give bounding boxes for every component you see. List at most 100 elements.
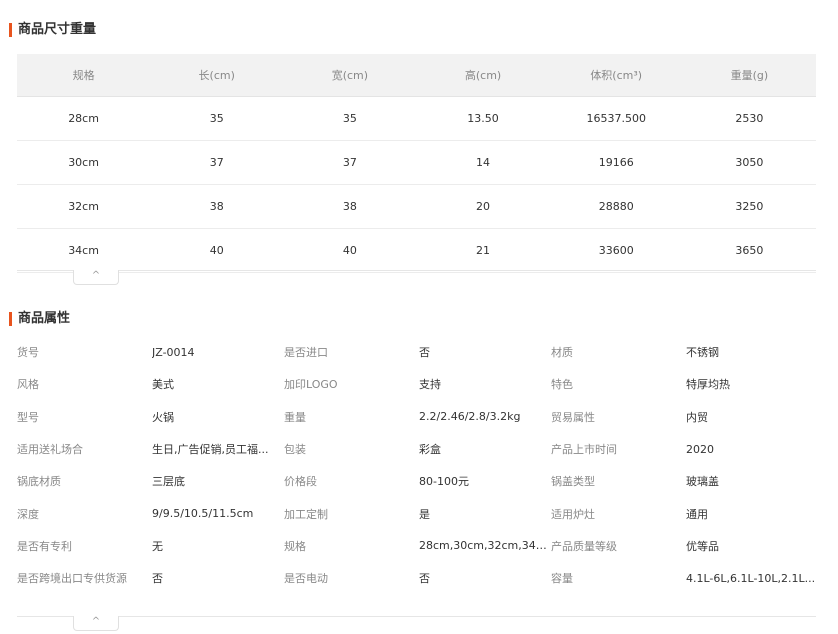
attribute-value: 通用 [686, 507, 708, 521]
cell-height: 14 [416, 140, 550, 185]
table-header-row: 规格 长(cm) 宽(cm) 高(cm) 体积(cm³) 重量(g) [17, 54, 816, 97]
cell-volume: 28880 [549, 184, 683, 229]
attribute-label: 产品上市时间 [551, 443, 617, 457]
section-divider [17, 270, 816, 271]
header-weight: 重量(g) [682, 54, 816, 97]
attribute-label: 贸易属性 [551, 410, 595, 424]
attribute-label: 是否进口 [284, 346, 328, 360]
attribute-value: 9/9.5/10.5/11.5cm [152, 507, 254, 521]
attribute-label: 型号 [17, 410, 39, 424]
attribute-row: 深度 9/9.5/10.5/11.5cm 加工定制 是 适用炉灶 通用 [17, 497, 817, 529]
cell-height: 20 [416, 184, 550, 229]
attribute-row: 适用送礼场合 生日,广告促销,员工福... 包装 彩盒 产品上市时间 2020 [17, 433, 817, 465]
attribute-label: 加印LOGO [284, 378, 338, 392]
cell-width: 40 [283, 228, 417, 273]
attribute-value: JZ-0014 [152, 345, 195, 359]
header-width: 宽(cm) [283, 54, 417, 97]
attr-section-title-text: 商品属性 [18, 311, 71, 326]
attribute-label: 材质 [551, 346, 573, 360]
attribute-row: 风格 美式 加印LOGO 支持 特色 特厚均热 [17, 368, 817, 400]
header-length: 长(cm) [150, 54, 284, 97]
header-volume: 体积(cm³) [549, 54, 683, 97]
attr-section-title: 商品属性 [9, 311, 70, 327]
cell-length: 38 [150, 184, 284, 229]
section-accent-bar [9, 23, 12, 37]
attribute-value: 不锈钢 [686, 346, 719, 360]
attribute-label: 特色 [551, 378, 573, 392]
cell-width: 38 [283, 184, 417, 229]
attributes-grid: 货号 JZ-0014 是否进口否 材质 不锈钢风格 美式 加印LOGO 支持 特色 特厚均热型号 火… [17, 336, 817, 594]
attribute-label: 是否电动 [284, 572, 328, 586]
attribute-label: 货号 [17, 346, 39, 360]
header-height: 高(cm) [416, 54, 550, 97]
attribute-value: 是 [419, 507, 430, 521]
attribute-value: 2020 [686, 442, 714, 456]
attribute-value: 彩盒 [419, 443, 441, 457]
attribute-value: 特厚均热 [686, 378, 730, 392]
cell-spec: 32cm [17, 184, 151, 229]
attribute-label: 价格段 [284, 475, 317, 489]
cell-volume: 19166 [549, 140, 683, 185]
attribute-label: 规格 [284, 539, 306, 553]
table-row: 30cm 37 37 14 19166 3050 [17, 140, 816, 185]
attribute-row: 是否有专利 无 规格 28cm,30cm,32cm,34cm 产品质量等级 优等品 [17, 530, 817, 562]
attribute-value: 优等品 [686, 539, 719, 553]
attribute-label: 深度 [17, 507, 39, 521]
collapse-size-table-button[interactable]: ^ [73, 270, 119, 285]
attribute-label: 适用送礼场合 [17, 443, 83, 457]
attribute-value: 否 [152, 572, 163, 586]
size-section-title-text: 商品尺寸重量 [18, 22, 97, 37]
attribute-label: 锅底材质 [17, 475, 61, 489]
cell-height: 21 [416, 228, 550, 273]
attribute-value: 玻璃盖 [686, 475, 719, 489]
attribute-label: 包装 [284, 443, 306, 457]
cell-width: 35 [283, 96, 417, 141]
attribute-value: 美式 [152, 378, 174, 392]
attribute-label: 是否跨境出口专供货源 [17, 572, 127, 586]
section-accent-bar [9, 312, 12, 326]
cell-weight: 3050 [682, 140, 816, 185]
cell-weight: 2530 [682, 96, 816, 141]
attribute-row: 是否跨境出口专供货源 否 是否电动 否 容量 4.1L-6L,6.1L-10L,2.1L.… [17, 562, 817, 594]
attribute-value: 内贸 [686, 410, 708, 424]
collapse-attributes-button[interactable]: ^ [73, 616, 119, 631]
attribute-label: 风格 [17, 378, 39, 392]
cell-spec: 30cm [17, 140, 151, 185]
chevron-up-icon: ^ [91, 270, 101, 281]
header-spec: 规格 [17, 54, 151, 97]
chevron-up-icon: ^ [91, 616, 101, 627]
attribute-label: 锅盖类型 [551, 475, 595, 489]
attribute-value: 4.1L-6L,6.1L-10L,2.1L... [686, 571, 816, 585]
attribute-label: 加工定制 [284, 507, 328, 521]
attribute-value: 否 [419, 572, 430, 586]
cell-height: 13.50 [416, 96, 550, 141]
attribute-value: 三层底 [152, 475, 185, 489]
cell-width: 37 [283, 140, 417, 185]
cell-length: 35 [150, 96, 284, 141]
cell-weight: 3250 [682, 184, 816, 229]
attribute-value: 28cm,30cm,32cm,34cm [419, 539, 551, 553]
size-weight-table: 规格 长(cm) 宽(cm) 高(cm) 体积(cm³) 重量(g) 28cm … [17, 54, 816, 273]
attribute-row: 货号 JZ-0014 是否进口 否 材质 不锈钢 [17, 336, 817, 368]
cell-length: 37 [150, 140, 284, 185]
attribute-value: 支持 [419, 378, 441, 392]
attribute-value: 火锅 [152, 410, 174, 424]
attribute-label: 适用炉灶 [551, 507, 595, 521]
attribute-row: 锅底材质 三层底 价格段 80-100元 锅盖类型 玻璃盖 [17, 465, 817, 497]
cell-volume: 16537.500 [549, 96, 683, 141]
attribute-label: 容量 [551, 572, 573, 586]
attribute-value: 80-100元 [419, 475, 469, 489]
section-divider [17, 616, 816, 617]
cell-volume: 33600 [549, 228, 683, 273]
attribute-row: 型号 火锅 重量 2.2/2.46/2.8/3.2kg 贸易属性 内贸 [17, 401, 817, 433]
table-row: 32cm 38 38 20 28880 3250 [17, 184, 816, 229]
table-row: 28cm 35 35 13.50 16537.500 2530 [17, 96, 816, 141]
attribute-value: 生日,广告促销,员工福... [152, 443, 269, 457]
attribute-label: 是否有专利 [17, 539, 72, 553]
cell-weight: 3650 [682, 228, 816, 273]
attribute-label: 产品质量等级 [551, 539, 617, 553]
attribute-value: 无 [152, 539, 163, 553]
attribute-value: 2.2/2.46/2.8/3.2kg [419, 410, 521, 424]
cell-spec: 28cm [17, 96, 151, 141]
attribute-label: 重量 [284, 410, 306, 424]
